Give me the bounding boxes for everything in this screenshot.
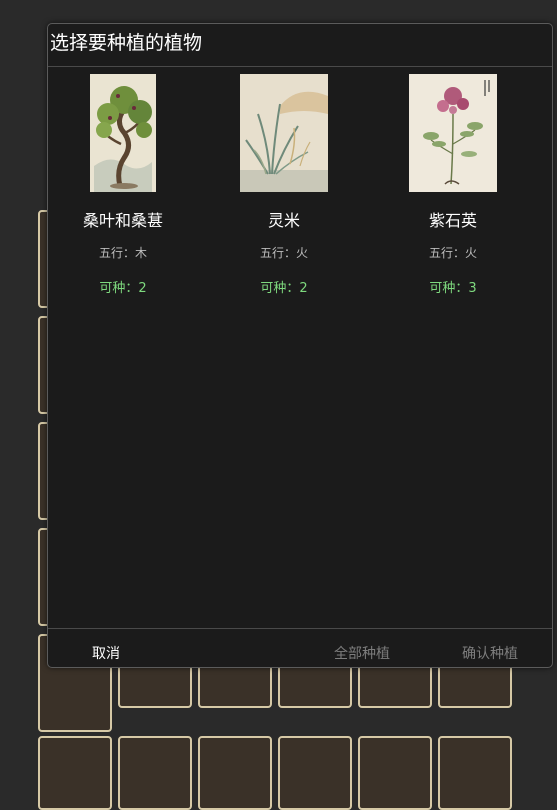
plant-count: 可种：3 (429, 281, 477, 296)
farm-plot[interactable] (198, 736, 272, 810)
spirit-rice-painting-icon (240, 74, 328, 192)
purple-flower-painting-icon (409, 74, 497, 192)
farm-plot[interactable] (278, 736, 352, 810)
plant-element: 五行：木 (98, 246, 147, 260)
mulberry-tree-painting-icon (90, 74, 156, 192)
farm-plot[interactable] (38, 736, 112, 810)
plant-name: 灵米 (267, 211, 300, 230)
plant-element: 五行：火 (259, 246, 308, 260)
dialog-title: 选择要种植的植物 (48, 24, 552, 67)
plant-card-purple-quartz[interactable]: 紫石英 五行：火 可种：3 (378, 74, 528, 324)
plant-element: 五行：火 (428, 246, 477, 260)
plant-count: 可种：2 (260, 281, 308, 296)
plant-all-button[interactable]: 全部种植 (334, 629, 390, 679)
confirm-plant-button[interactable]: 确认种植 (462, 629, 518, 679)
farm-plot[interactable] (118, 736, 192, 810)
plant-select-dialog: 选择要种植的植物 桑叶和桑葚 五行：木 可种：2 灵米 五行：火 可种：2 紫石… (47, 23, 553, 668)
farm-plot[interactable] (358, 736, 432, 810)
dialog-footer: 取消 全部种植 确认种植 (48, 628, 552, 667)
farm-plot[interactable] (438, 736, 512, 810)
plant-name: 紫石英 (428, 211, 477, 230)
plant-card-spirit-rice[interactable]: 灵米 五行：火 可种：2 (209, 74, 359, 324)
plant-name: 桑叶和桑葚 (82, 211, 163, 230)
plant-card-mulberry[interactable]: 桑叶和桑葚 五行：木 可种：2 (48, 74, 198, 324)
plant-count: 可种：2 (99, 281, 147, 296)
cancel-button[interactable]: 取消 (92, 629, 120, 679)
